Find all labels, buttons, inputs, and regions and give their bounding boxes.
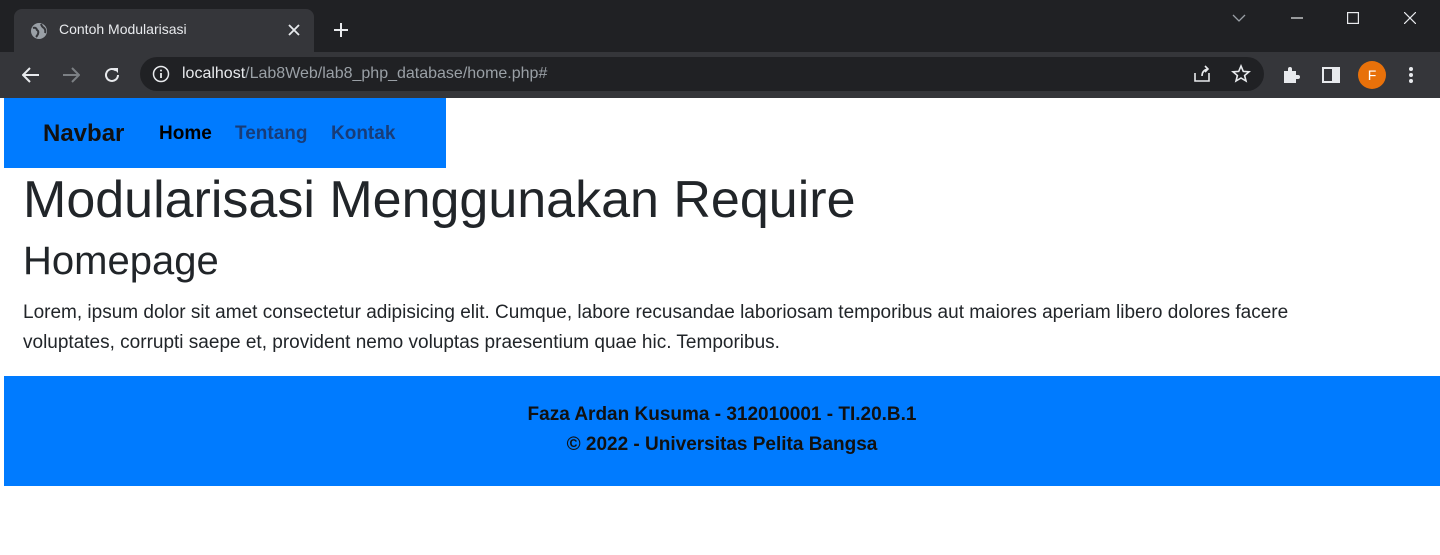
url-path: /Lab8Web/lab8_php_database/home.php# — [245, 65, 548, 82]
footer-copyright: © 2022 - Universitas Pelita Bangsa — [566, 434, 878, 455]
url-host: localhost — [182, 65, 246, 82]
chevron-down-icon[interactable] — [1226, 5, 1252, 31]
info-icon[interactable] — [152, 65, 170, 83]
browser-tab[interactable]: Contoh Modularisasi — [14, 9, 314, 52]
reload-icon[interactable] — [98, 61, 126, 89]
share-icon[interactable] — [1191, 63, 1213, 85]
close-icon[interactable] — [284, 20, 304, 40]
nav-link-home[interactable]: Home — [159, 123, 212, 145]
body-paragraph: Lorem, ipsum dolor sit amet consectetur … — [23, 302, 1289, 353]
browser-titlebar: Contoh Modularisasi — [0, 0, 1440, 52]
profile-avatar[interactable]: F — [1358, 61, 1386, 89]
maximize-icon[interactable] — [1340, 5, 1366, 31]
forward-arrow-icon[interactable] — [57, 61, 85, 89]
back-arrow-icon[interactable] — [17, 61, 45, 89]
navbar: Navbar Home Tentang Kontak — [4, 98, 446, 168]
footer: Faza Ardan Kusuma - 312010001 - TI.20.B.… — [4, 376, 1440, 486]
window-close-icon[interactable] — [1397, 5, 1423, 31]
more-menu-icon[interactable] — [1399, 63, 1423, 87]
side-panel-icon[interactable] — [1319, 63, 1343, 87]
page-subtitle: Homepage — [23, 239, 219, 283]
nav-link-kontak[interactable]: Kontak — [331, 123, 395, 145]
footer-author: Faza Ardan Kusuma - 312010001 - TI.20.B.… — [527, 404, 917, 425]
address-bar[interactable]: localhost/Lab8Web/lab8_php_database/home… — [140, 57, 1264, 91]
navbar-brand[interactable]: Navbar — [43, 120, 124, 148]
page-viewport: Navbar Home Tentang Kontak Modularisasi … — [4, 98, 1440, 555]
page-title: Modularisasi Menggunakan Require — [23, 171, 856, 229]
new-tab-icon[interactable] — [330, 19, 352, 41]
extensions-icon[interactable] — [1279, 63, 1303, 87]
browser-toolbar: localhost/Lab8Web/lab8_php_database/home… — [0, 52, 1440, 98]
nav-link-tentang[interactable]: Tentang — [235, 123, 307, 145]
tab-title: Contoh Modularisasi — [59, 21, 187, 37]
minimize-icon[interactable] — [1284, 5, 1310, 31]
url-text[interactable]: localhost/Lab8Web/lab8_php_database/home… — [182, 65, 547, 83]
star-icon[interactable] — [1230, 63, 1252, 85]
globe-icon — [30, 22, 48, 40]
